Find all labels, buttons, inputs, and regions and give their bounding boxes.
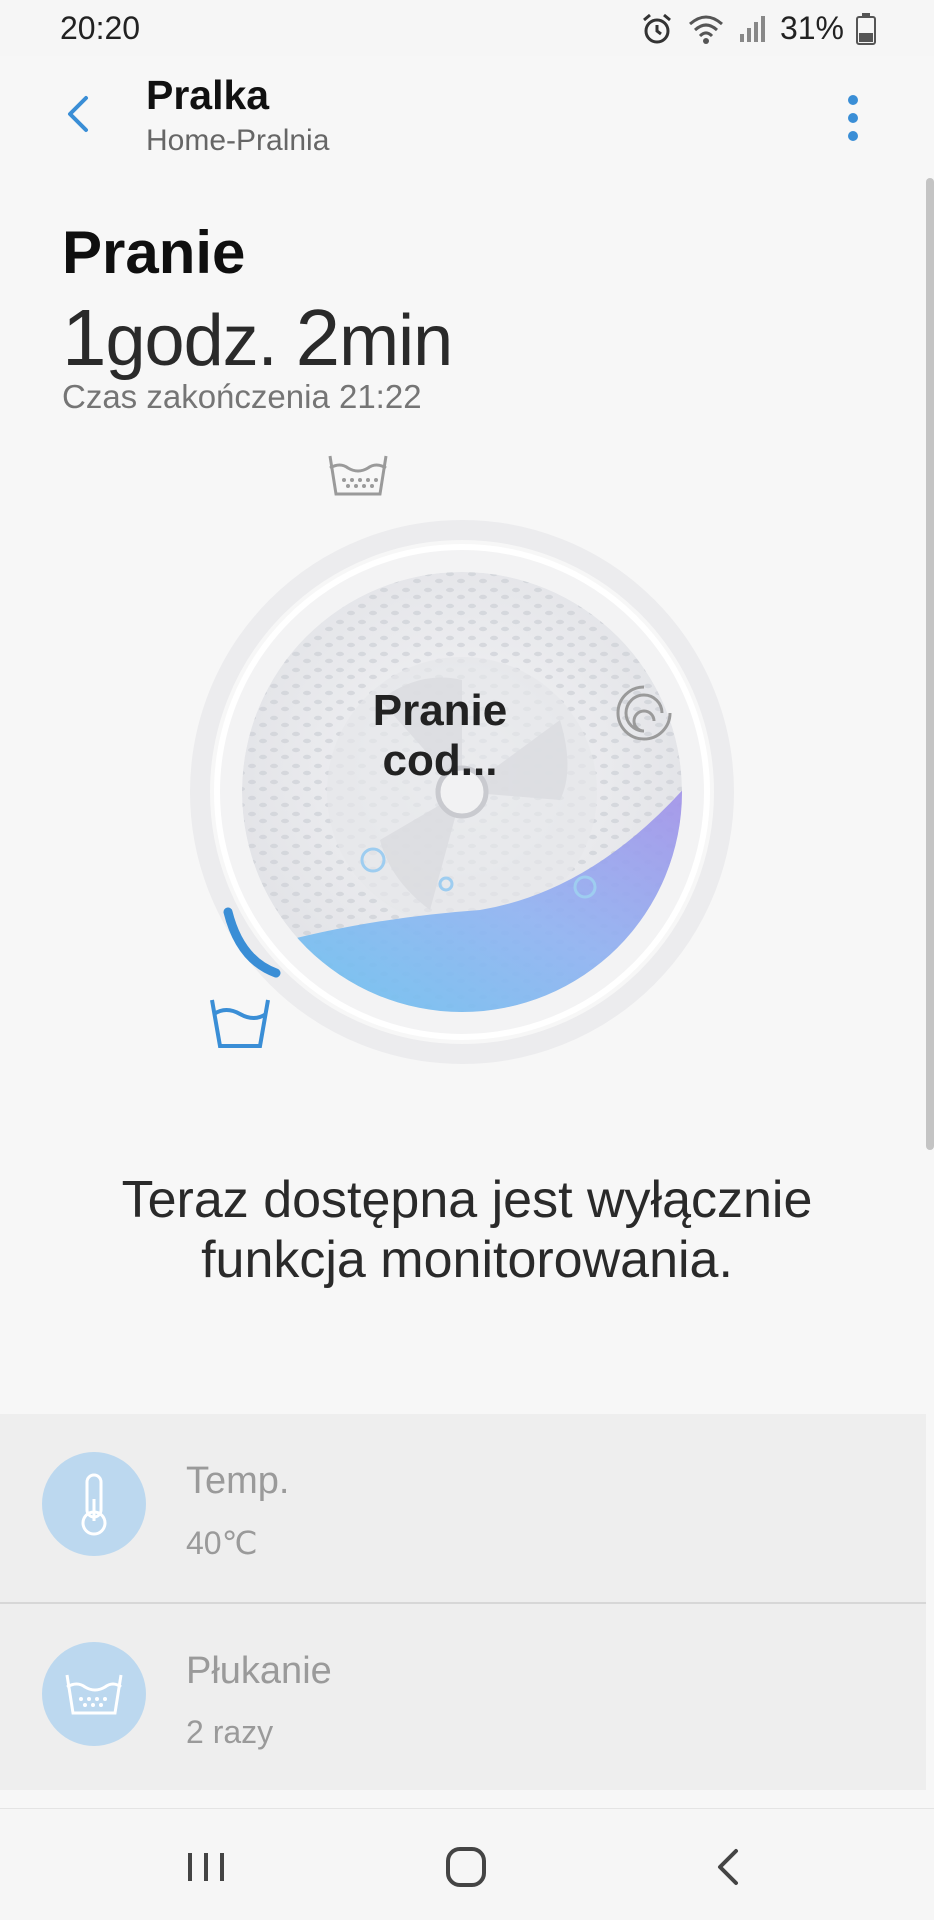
battery-percent: 31% — [779, 10, 844, 46]
status-bar: 20:20 31% — [0, 0, 934, 56]
home-icon — [446, 1847, 486, 1887]
notice-line-1: Teraz dostępna jest wyłącznie — [121, 1171, 813, 1229]
wash-tub-icon — [210, 999, 270, 1048]
device-title: Pralka — [146, 72, 270, 118]
home-button[interactable] — [436, 1843, 496, 1891]
notice-line-2: funkcja monitorowania. — [201, 1231, 733, 1289]
thermometer-icon — [42, 1452, 146, 1556]
remaining-minutes: 2 — [295, 293, 340, 382]
setting-temperature: Temp. 40℃ — [0, 1414, 926, 1602]
status-icons: 31% — [640, 10, 876, 47]
back-icon — [718, 1849, 738, 1885]
rinse-tub-icon — [42, 1642, 146, 1746]
wifi-icon — [688, 15, 723, 44]
battery-icon — [856, 12, 876, 45]
recent-apps-icon — [188, 1853, 224, 1881]
app-bar: Pralka Home-Pralnia — [0, 56, 934, 176]
setting-name: Płukanie — [186, 1650, 332, 1692]
minutes-unit: min — [339, 301, 453, 381]
cycle-dial: Pranie cod... — [180, 440, 760, 1080]
navigation-bar — [0, 1808, 934, 1920]
back-button[interactable] — [56, 92, 100, 136]
device-location: Home-Pralnia — [146, 124, 330, 157]
status-time: 20:20 — [60, 10, 141, 46]
system-back-button[interactable] — [698, 1843, 758, 1891]
settings-list: Temp. 40℃ Płukanie 2 razy — [0, 1414, 926, 1790]
dial-label: Pranie cod... — [372, 686, 508, 785]
chevron-left-icon — [68, 96, 88, 132]
more-vertical-icon — [848, 95, 858, 141]
setting-rinse: Płukanie 2 razy — [0, 1602, 926, 1790]
hours-unit: godz. — [105, 301, 278, 381]
remaining-time: 1godz. 2min — [62, 292, 453, 384]
setting-value: 2 razy — [186, 1714, 274, 1750]
setting-name: Temp. — [186, 1460, 290, 1502]
recent-apps-button[interactable] — [176, 1843, 236, 1891]
monitoring-notice: Teraz dostępna jest wyłącznie funkcja mo… — [60, 1170, 874, 1290]
setting-value: 40℃ — [186, 1525, 258, 1561]
end-time: Czas zakończenia 21:22 — [62, 378, 422, 415]
rinse-tub-icon — [328, 455, 388, 496]
scrollbar[interactable] — [926, 178, 934, 1150]
signal-icon — [739, 15, 765, 42]
remaining-hours: 1 — [62, 293, 106, 382]
more-options-button[interactable] — [838, 92, 868, 152]
cycle-phase: Pranie — [62, 219, 246, 286]
alarm-icon — [642, 13, 671, 43]
